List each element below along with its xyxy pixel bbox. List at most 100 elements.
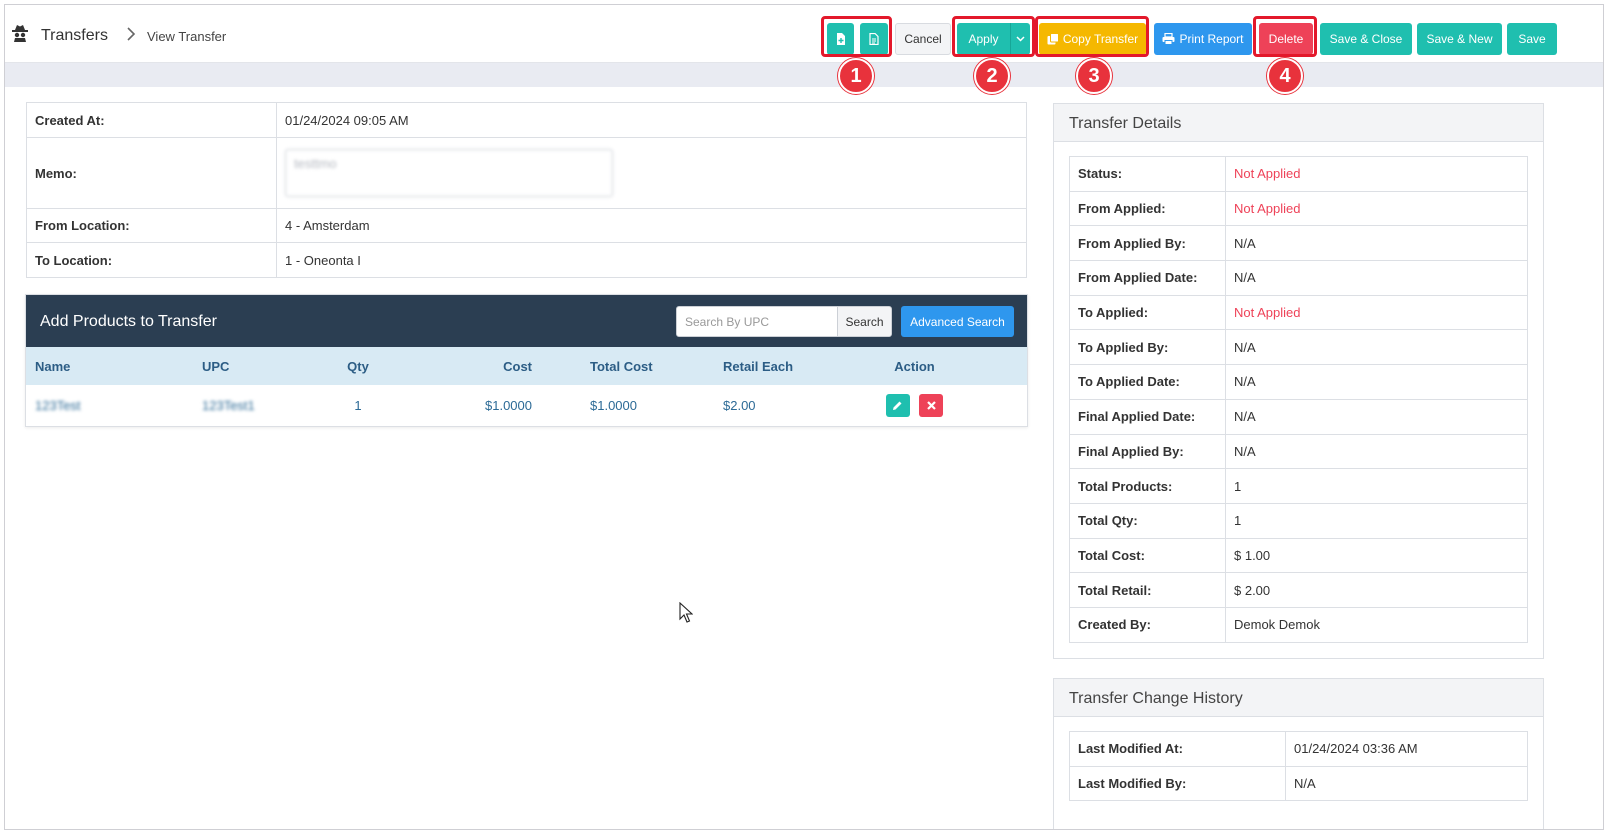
col-total-cost[interactable]: Total Cost xyxy=(536,347,669,385)
callout-box-1 xyxy=(821,16,892,57)
col-retail-each[interactable]: Retail Each xyxy=(669,347,802,385)
row-value: N/A xyxy=(1225,225,1528,262)
row-value: $ 2.00 xyxy=(1225,572,1528,608)
product-name: 123Test xyxy=(35,398,81,413)
breadcrumb-current: View Transfer xyxy=(147,29,227,44)
callout-box-2 xyxy=(952,16,1035,57)
row-label: From Applied: xyxy=(1069,190,1226,227)
pencil-icon xyxy=(893,401,902,410)
change-history-card: Transfer Change History Last Modified At… xyxy=(1053,678,1544,829)
print-report-button[interactable]: Print Report xyxy=(1154,23,1252,55)
row-label: Total Products: xyxy=(1069,468,1226,504)
row-value: N/A xyxy=(1225,398,1528,435)
advanced-search-button[interactable]: Advanced Search xyxy=(901,306,1014,337)
products-panel-header: Add Products to Transfer Search Advanced… xyxy=(26,295,1027,347)
mouse-cursor-icon xyxy=(679,602,693,623)
row-value: 01/24/2024 03:36 AM xyxy=(1285,731,1528,767)
upc-search-input[interactable] xyxy=(676,306,838,337)
row-value: $ 1.00 xyxy=(1225,537,1528,574)
page-title: Transfers xyxy=(41,27,108,44)
from-location-value: 4 - Amsterdam xyxy=(276,208,1027,243)
save-button[interactable]: Save xyxy=(1507,23,1557,55)
col-name[interactable]: Name xyxy=(26,347,193,385)
col-qty[interactable]: Qty xyxy=(313,347,403,385)
table-row: Status: Not Applied xyxy=(1069,156,1528,192)
edit-row-button[interactable] xyxy=(885,394,910,417)
print-report-label: Print Report xyxy=(1179,32,1244,46)
table-row: From Applied Date: N/A xyxy=(1069,260,1528,296)
row-value: N/A xyxy=(1225,364,1528,400)
chevron-right-icon xyxy=(127,27,136,41)
header-band xyxy=(5,63,1603,87)
row-value: Demok Demok xyxy=(1225,606,1528,643)
transfer-details-table: Status: Not Applied From Applied: Not Appli… xyxy=(1069,156,1528,643)
row-label: Total Retail: xyxy=(1069,572,1226,608)
col-cost[interactable]: Cost xyxy=(403,347,536,385)
row-label: To Applied: xyxy=(1069,294,1226,331)
callout-badge-4: 4 xyxy=(1267,58,1303,94)
from-location-label: From Location: xyxy=(26,208,277,243)
callout-badge-1: 1 xyxy=(838,58,874,94)
table-row: Total Cost: $ 1.00 xyxy=(1069,537,1528,574)
row-label: Total Qty: xyxy=(1069,502,1226,539)
row-label: Total Cost: xyxy=(1069,537,1226,574)
cancel-button[interactable]: Cancel xyxy=(895,23,951,55)
table-row: To Applied Date: N/A xyxy=(1069,364,1528,400)
product-qty: 1 xyxy=(354,398,362,413)
close-icon xyxy=(927,401,936,410)
to-location-value: 1 - Oneonta I xyxy=(276,242,1027,278)
save-new-button[interactable]: Save & New xyxy=(1417,23,1502,55)
row-label: From Applied Date: xyxy=(1069,260,1226,296)
transfer-details-title: Transfer Details xyxy=(1054,104,1543,142)
row-value: 1 xyxy=(1225,468,1528,504)
save-close-button[interactable]: Save & Close xyxy=(1320,23,1412,55)
table-row: 123Test 123Test1 1 $1.0000 $1.0000 $2.00 xyxy=(26,385,1027,426)
row-label: Final Applied Date: xyxy=(1069,398,1226,435)
transfer-details-card: Transfer Details Status: Not Applied From … xyxy=(1053,103,1544,659)
products-header-row: Name UPC Qty Cost Total Cost Retail Each… xyxy=(26,347,1027,385)
callout-box-3 xyxy=(1035,16,1149,57)
memo-cell: testtmo xyxy=(276,137,1027,209)
row-label: Final Applied By: xyxy=(1069,433,1226,470)
row-label: To Applied By: xyxy=(1069,329,1226,366)
spy-icon xyxy=(12,25,28,42)
upc-search-button[interactable]: Search xyxy=(837,306,892,337)
callout-badge-3: 3 xyxy=(1076,58,1112,94)
row-value: N/A xyxy=(1225,433,1528,470)
row-value: 1 xyxy=(1225,502,1528,539)
product-total-cost: $1.0000 xyxy=(590,398,637,413)
product-upc: 123Test1 xyxy=(202,398,255,413)
delete-row-button[interactable] xyxy=(919,394,944,417)
product-cost: $1.0000 xyxy=(485,398,532,413)
col-upc[interactable]: UPC xyxy=(193,347,313,385)
table-row: From Applied By: N/A xyxy=(1069,225,1528,262)
row-value: N/A xyxy=(1285,765,1528,802)
row-value: Not Applied xyxy=(1225,190,1528,227)
transfer-info-table: Created At: 01/24/2024 09:05 AM Memo: te… xyxy=(26,102,1027,278)
top-header: Transfers View Transfer Cancel Apply Cop… xyxy=(5,5,1603,63)
row-value: N/A xyxy=(1225,260,1528,296)
products-table: Name UPC Qty Cost Total Cost Retail Each… xyxy=(26,347,1027,426)
row-value: N/A xyxy=(1225,329,1528,366)
memo-label: Memo: xyxy=(26,137,277,209)
table-row: From Applied: Not Applied xyxy=(1069,190,1528,227)
change-history-title: Transfer Change History xyxy=(1054,679,1543,717)
product-actions xyxy=(802,385,1027,426)
row-label: To Applied Date: xyxy=(1069,364,1226,400)
table-row: Total Retail: $ 2.00 xyxy=(1069,572,1528,608)
app-window: Transfers View Transfer Cancel Apply Cop… xyxy=(4,4,1604,830)
table-row: To Applied: Not Applied xyxy=(1069,294,1528,331)
to-location-label: To Location: xyxy=(26,242,277,278)
table-row: Last Modified By: N/A xyxy=(1069,765,1528,802)
col-action: Action xyxy=(802,347,1027,385)
created-at-label: Created At: xyxy=(26,102,277,138)
info-row-to: To Location: 1 - Oneonta I xyxy=(26,242,1027,278)
products-panel-title: Add Products to Transfer xyxy=(40,313,217,330)
row-value: Not Applied xyxy=(1225,156,1528,192)
print-icon xyxy=(1162,33,1175,45)
memo-field[interactable]: testtmo xyxy=(285,149,613,197)
table-row: Total Products: 1 xyxy=(1069,468,1528,504)
row-value: Not Applied xyxy=(1225,294,1528,331)
callout-badge-2: 2 xyxy=(974,58,1010,94)
row-label: Last Modified At: xyxy=(1069,731,1286,767)
